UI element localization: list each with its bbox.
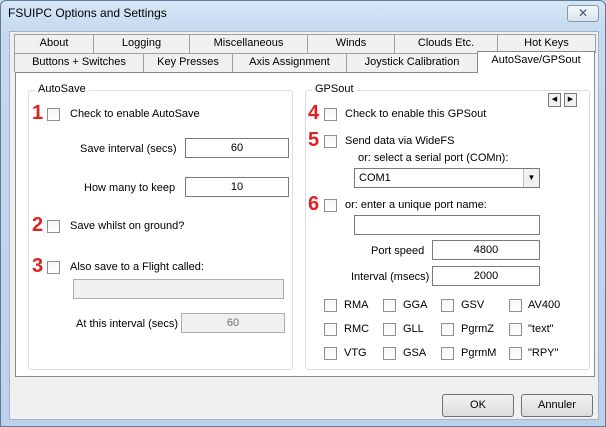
sentence-checkbox[interactable] (509, 299, 522, 312)
tab-joystick-calibration[interactable]: Joystick Calibration (346, 53, 478, 72)
annotation-number: 3 (32, 255, 44, 277)
flight-interval-input[interactable]: 60 (181, 313, 285, 333)
autosave-legend: AutoSave (35, 83, 89, 95)
sentence-checkbox[interactable] (383, 299, 396, 312)
sentence-checkbox[interactable] (383, 323, 396, 336)
sentence-label: GLL (403, 323, 424, 335)
port-speed-label: Port speed (371, 245, 425, 257)
serial-port-label: or: select a serial port (COMn): (358, 152, 509, 164)
sentence-label: VTG (344, 347, 367, 359)
tab-panel: AutoSave 1 Check to enable AutoSave Save… (15, 72, 595, 377)
save-on-ground-label: Save whilst on ground? (70, 220, 185, 232)
sentence-checkbox[interactable] (509, 323, 522, 336)
save-interval-label: Save interval (secs) (80, 143, 177, 155)
dialog-client: About Logging Miscellaneous Winds Clouds… (9, 31, 599, 420)
save-interval-input[interactable]: 60 (185, 138, 289, 158)
close-button[interactable]: ✕ (567, 5, 599, 22)
autosave-enable-label: Check to enable AutoSave (70, 108, 200, 120)
sentence-label: GSV (461, 299, 485, 311)
autosave-enable-checkbox[interactable] (47, 108, 60, 121)
sentence-label: GGA (403, 299, 428, 311)
flight-interval-label: At this interval (secs) (76, 318, 179, 330)
tab-miscellaneous[interactable]: Miscellaneous (189, 34, 308, 53)
window-title: FSUIPC Options and Settings (8, 6, 167, 20)
interval-msecs-input[interactable]: 2000 (432, 266, 540, 286)
sentence-label: "RPY" (528, 347, 559, 359)
sentence-label: GSA (403, 347, 427, 359)
sentence-checkbox[interactable] (383, 347, 396, 360)
ok-button[interactable]: OK (442, 394, 514, 417)
cancel-button[interactable]: Annuler (521, 394, 593, 417)
fsuipc-window: FSUIPC Options and Settings ✕ About Logg… (0, 0, 606, 427)
gpsout-enable-label: Check to enable this GPSout (345, 108, 487, 120)
flight-name-input[interactable] (73, 279, 284, 299)
annotation-number: 4 (308, 102, 320, 124)
how-many-input[interactable]: 10 (185, 177, 289, 197)
tab-logging[interactable]: Logging (93, 34, 190, 53)
autosave-group: AutoSave 1 Check to enable AutoSave Save… (28, 83, 293, 370)
tab-key-presses[interactable]: Key Presses (143, 53, 233, 72)
annotation-number: 5 (308, 129, 320, 151)
next-arrow-button[interactable]: ▶ (564, 93, 577, 107)
save-flight-label: Also save to a Flight called: (70, 261, 204, 273)
widefs-label: Send data via WideFS (345, 135, 455, 147)
annotation-number: 1 (32, 102, 44, 124)
unique-port-label: or: enter a unique port name: (345, 199, 487, 211)
port-speed-input[interactable]: 4800 (432, 240, 540, 260)
how-many-label: How many to keep (84, 182, 176, 194)
tab-winds[interactable]: Winds (307, 34, 395, 53)
prev-arrow-button[interactable]: ◀ (548, 93, 561, 107)
tab-about[interactable]: About (14, 34, 94, 53)
unique-port-input[interactable] (354, 215, 540, 235)
sentence-label: PgrmZ (461, 323, 494, 335)
sentence-checkbox[interactable] (441, 347, 454, 360)
save-flight-checkbox[interactable] (47, 261, 60, 274)
sentence-label: "text" (528, 323, 554, 335)
annotation-number: 6 (308, 193, 320, 215)
serial-port-value: COM1 (359, 172, 391, 184)
sentence-checkbox[interactable] (509, 347, 522, 360)
widefs-checkbox[interactable] (324, 135, 337, 148)
title-bar: FSUIPC Options and Settings ✕ (1, 1, 605, 27)
sentence-checkbox[interactable] (324, 323, 337, 336)
sentence-checkbox[interactable] (441, 323, 454, 336)
serial-port-select[interactable]: COM1 ▼ (354, 168, 540, 188)
tab-axis-assignment[interactable]: Axis Assignment (232, 53, 347, 72)
sentence-checkbox[interactable] (441, 299, 454, 312)
gpsout-enable-checkbox[interactable] (324, 108, 337, 121)
annotation-number: 2 (32, 214, 44, 236)
tab-buttons-switches[interactable]: Buttons + Switches (14, 53, 144, 72)
chevron-down-icon[interactable]: ▼ (523, 169, 539, 187)
sentence-label: RMA (344, 299, 369, 311)
unique-port-checkbox[interactable] (324, 199, 337, 212)
interval-msecs-label: Interval (msecs) (351, 271, 430, 283)
sentence-checkbox[interactable] (324, 299, 337, 312)
save-on-ground-checkbox[interactable] (47, 220, 60, 233)
tab-autosave-gpsout[interactable]: AutoSave/GPSout (477, 51, 595, 73)
sentence-label: RMC (344, 323, 370, 335)
sentence-label: PgrmM (461, 347, 497, 359)
sentence-label: AV400 (528, 299, 561, 311)
sentence-checkbox[interactable] (324, 347, 337, 360)
gpsout-group: GPSout ◀ ▶ 4 Check to enable this GPSout… (305, 83, 590, 370)
gpsout-legend: GPSout (312, 83, 357, 95)
